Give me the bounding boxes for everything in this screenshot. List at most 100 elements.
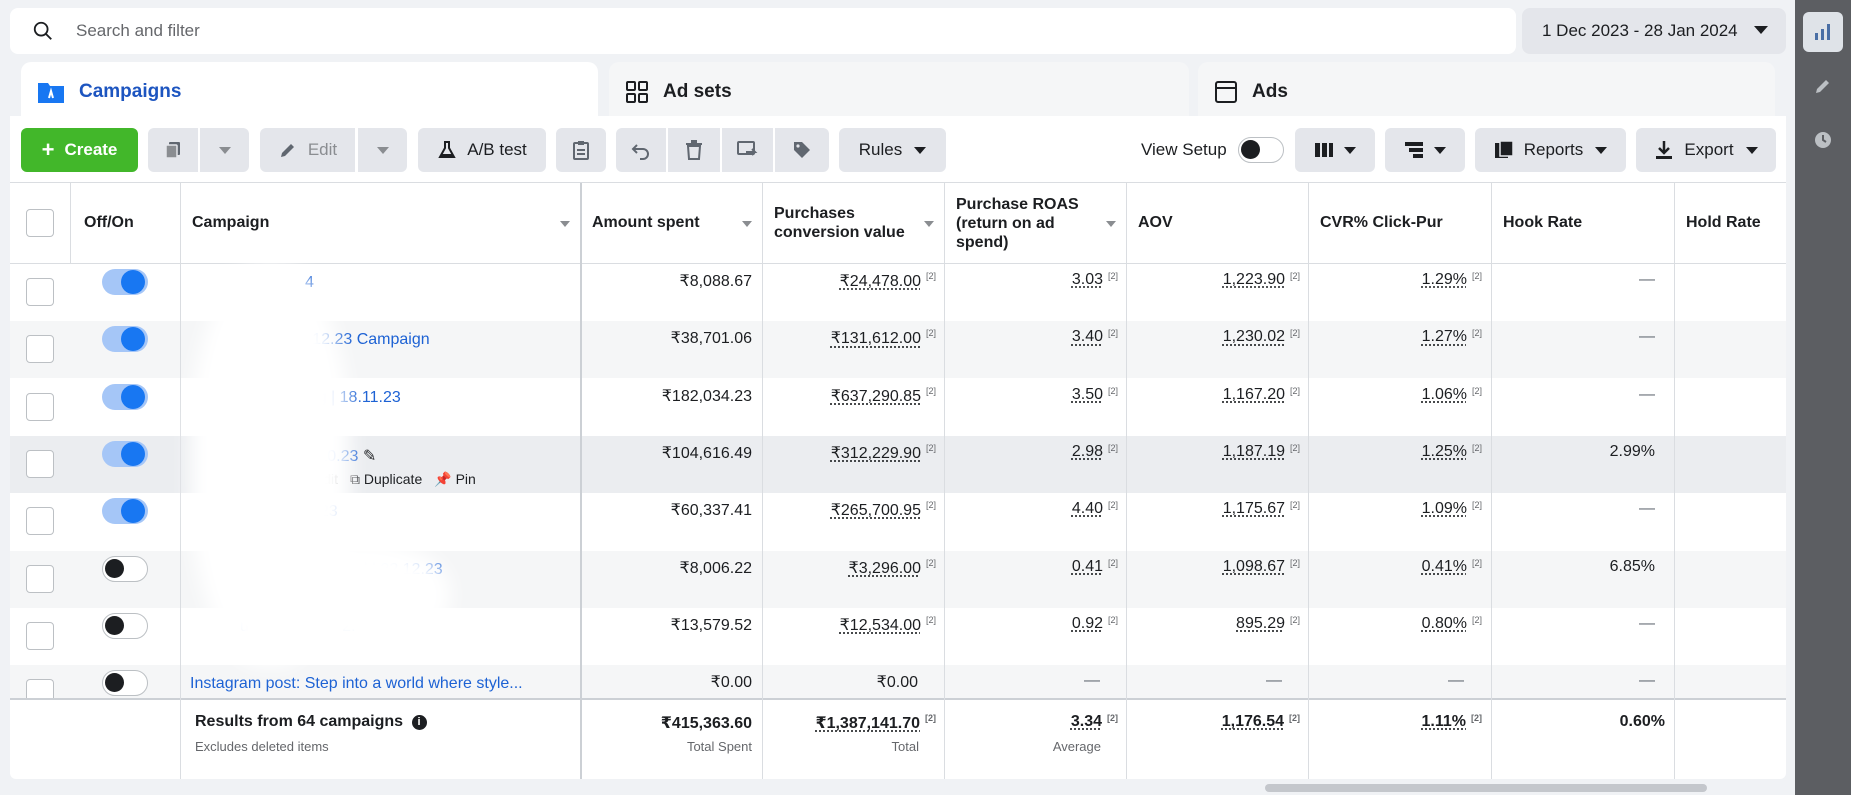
column-header-purchases-value[interactable]: Purchases conversion value — [764, 183, 944, 263]
cell-value: 0.41 — [1071, 557, 1103, 575]
row-checkbox[interactable] — [26, 621, 54, 650]
column-header-cvr[interactable]: CVR% Click-Pur — [1310, 183, 1490, 263]
search-bar[interactable]: Search and filter — [10, 8, 1516, 54]
footer-aov-text: 1,176.54 — [1221, 713, 1284, 730]
cell-value: ₹24,478.00 [2] — [764, 264, 936, 321]
search-input[interactable]: Search and filter — [76, 21, 200, 41]
move-button[interactable] — [722, 128, 773, 172]
cell-hook: — — [1493, 493, 1655, 550]
column-header-off-on[interactable]: Off/On — [74, 183, 180, 263]
clipboard-button[interactable] — [556, 128, 606, 172]
date-range-label: 1 Dec 2023 - 28 Jan 2024 — [1542, 21, 1738, 40]
campaign-toggle[interactable] — [102, 440, 148, 467]
cell-value: ₹265,700.95 — [830, 502, 921, 520]
footnote-marker: [2] — [1289, 713, 1300, 723]
date-range-picker[interactable]: 1 Dec 2023 - 28 Jan 2024 — [1522, 8, 1786, 54]
chevron-down-icon — [1434, 146, 1446, 154]
tab-campaigns[interactable]: Campaigns — [21, 62, 598, 122]
footnote-marker: [2] — [1289, 442, 1300, 453]
sort-icon — [924, 221, 934, 227]
cell-aov: 895.29 [2] — [1128, 608, 1300, 665]
row-checkbox[interactable] — [26, 335, 54, 364]
row-checkbox[interactable] — [26, 507, 54, 536]
row-checkbox[interactable] — [26, 679, 54, 700]
create-button[interactable]: + Create — [21, 128, 138, 172]
edit-button[interactable]: Edit — [260, 128, 355, 172]
footnote-marker: [2] — [1289, 271, 1300, 281]
column-header-amount-spent[interactable]: Amount spent — [582, 183, 762, 263]
column-header-label: AOV — [1138, 214, 1173, 231]
tab-ads[interactable]: Ads — [1198, 62, 1775, 122]
cell-hook: 6.85% — [1493, 551, 1655, 608]
column-header-label: CVR% Click-Pur — [1320, 214, 1443, 231]
row-checkbox[interactable] — [26, 564, 54, 593]
campaign-toggle[interactable] — [102, 612, 148, 639]
columns-button[interactable] — [1295, 128, 1375, 172]
cell-hook: — — [1493, 321, 1655, 378]
clipboard-icon — [573, 141, 589, 160]
export-button[interactable]: Export — [1636, 128, 1776, 172]
campaign-folder-icon — [38, 83, 64, 103]
ab-test-button[interactable]: A/B test — [418, 128, 546, 172]
duplicate-menu-button[interactable] — [200, 128, 249, 172]
breakdown-button[interactable] — [1385, 128, 1465, 172]
cell-value: 3.50 — [1071, 385, 1103, 403]
cell-aov: 1,098.67 [2] — [1128, 551, 1300, 608]
tag-button[interactable] — [775, 128, 829, 172]
column-header-aov[interactable]: AOV — [1128, 183, 1308, 263]
column-header-hook-rate[interactable]: Hook Rate — [1493, 183, 1673, 263]
footnote-marker: [2] — [1107, 442, 1118, 453]
undo-button[interactable] — [616, 128, 666, 172]
select-all-checkbox[interactable] — [26, 209, 54, 237]
chart-icon[interactable] — [1803, 12, 1843, 52]
cell-value: ₹12,534.00 [2] — [764, 608, 936, 665]
campaign-toggle[interactable] — [102, 269, 148, 295]
rules-button[interactable]: Rules — [839, 128, 946, 172]
cell-roas: 3.40 [2] — [946, 321, 1118, 378]
cell-roas: 0.41 [2] — [946, 551, 1118, 608]
info-icon[interactable]: i — [411, 715, 427, 730]
campaign-name-link[interactable]: Instagram post: Step into a world where … — [190, 675, 523, 692]
footnote-marker: [2] — [925, 442, 936, 453]
horizontal-scrollbar[interactable] — [1265, 784, 1707, 792]
right-rail — [1795, 0, 1851, 795]
row-action-duplicate[interactable]: ⧉ Duplicate — [350, 471, 422, 487]
sort-icon — [1106, 221, 1116, 227]
row-checkbox[interactable] — [26, 392, 54, 421]
cell-hook: — — [1493, 264, 1655, 321]
view-setup-toggle[interactable] — [1238, 137, 1284, 163]
breakdown-icon — [1405, 142, 1423, 158]
row-action-pin[interactable]: 📌 Pin — [434, 471, 476, 487]
column-header-roas[interactable]: Purchase ROAS (return on ad spend) — [946, 183, 1126, 263]
cell-spent: ₹104,616.49 — [582, 436, 752, 493]
cell-cvr: 1.29% [2] — [1310, 264, 1482, 321]
campaign-toggle[interactable] — [102, 383, 148, 410]
cell-value: 0.92 — [1071, 614, 1103, 632]
cell-value: 1.06% — [1421, 385, 1467, 403]
delete-button[interactable] — [668, 128, 720, 172]
cell-value: ₹131,612.00 — [830, 330, 921, 348]
row-checkbox[interactable] — [26, 449, 54, 478]
cell-roas: 3.50 [2] — [946, 379, 1118, 436]
row-checkbox[interactable] — [26, 278, 54, 306]
column-header-campaign[interactable]: Campaign — [182, 183, 580, 263]
clock-icon[interactable] — [1803, 120, 1843, 160]
duplicate-button[interactable] — [148, 128, 198, 172]
tab-ad-sets[interactable]: Ad sets — [609, 62, 1189, 122]
campaign-toggle[interactable] — [102, 555, 148, 582]
edit-menu-button[interactable] — [358, 128, 407, 172]
cell-value: 6.85% — [1609, 557, 1655, 575]
campaign-toggle[interactable] — [102, 670, 148, 697]
pencil-icon[interactable] — [1803, 66, 1843, 106]
campaign-toggle[interactable] — [102, 326, 148, 353]
chevron-down-icon — [1754, 26, 1768, 34]
ab-test-label: A/B test — [467, 140, 527, 159]
footnote-marker: [2] — [925, 713, 936, 723]
reports-button[interactable]: Reports — [1475, 128, 1626, 172]
campaign-toggle[interactable] — [102, 498, 148, 525]
cell-spent: ₹8,006.22 — [582, 551, 752, 608]
chevron-down-icon — [218, 146, 231, 154]
pencil-icon[interactable]: ✎ — [358, 448, 376, 465]
column-header-hold-rate[interactable]: Hold Rate — [1676, 183, 1786, 263]
cell-aov: 1,223.90 [2] — [1128, 264, 1300, 321]
